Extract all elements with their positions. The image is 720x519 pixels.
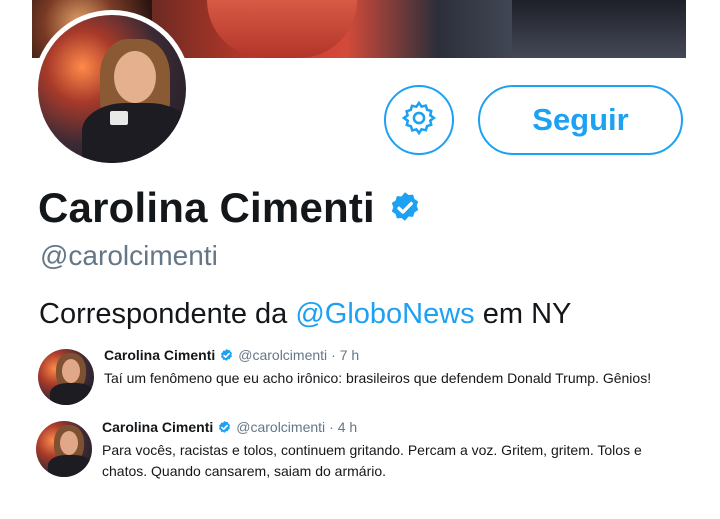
verified-badge-icon <box>387 190 423 226</box>
profile-handle: @carolcimenti <box>40 240 218 271</box>
bio-suffix: em NY <box>474 298 572 330</box>
tweet-timestamp[interactable]: · 7 h <box>331 347 359 363</box>
tweet-text: Para vocês, racistas e tolos, continuem … <box>102 442 642 479</box>
tweet-avatar[interactable] <box>38 349 94 405</box>
tweet-author-name[interactable]: Carolina Cimenti <box>102 419 213 435</box>
tweet-author-name[interactable]: Carolina Cimenti <box>104 347 215 363</box>
settings-button[interactable] <box>384 85 454 155</box>
tweet-item[interactable]: Carolina Cimenti @carolcimenti · 4 h Par… <box>36 419 686 489</box>
bio-prefix: Correspondente da <box>39 298 296 330</box>
profile-name: Carolina Cimenti <box>38 184 375 231</box>
tweet-timestamp[interactable]: · 4 h <box>329 419 357 435</box>
verified-badge-icon <box>217 420 232 435</box>
profile-name-row: Carolina Cimenti <box>38 184 423 232</box>
follow-button[interactable]: Seguir <box>478 85 683 155</box>
tweet-author-handle[interactable]: @carolcimenti <box>236 419 325 435</box>
verified-badge-icon <box>219 348 234 363</box>
tweet-text: Taí um fenômeno que eu acho irônico: bra… <box>104 370 652 386</box>
profile-bio: Correspondente da @GloboNews em NY <box>39 298 571 331</box>
profile-avatar[interactable] <box>33 10 191 168</box>
bio-mention-link[interactable]: @GloboNews <box>295 298 474 330</box>
tweet-avatar[interactable] <box>36 421 92 477</box>
gear-icon <box>400 99 438 142</box>
tweet-author-handle[interactable]: @carolcimenti <box>238 347 327 363</box>
tweet-item[interactable]: Carolina Cimenti @carolcimenti · 7 h Taí… <box>38 347 688 417</box>
